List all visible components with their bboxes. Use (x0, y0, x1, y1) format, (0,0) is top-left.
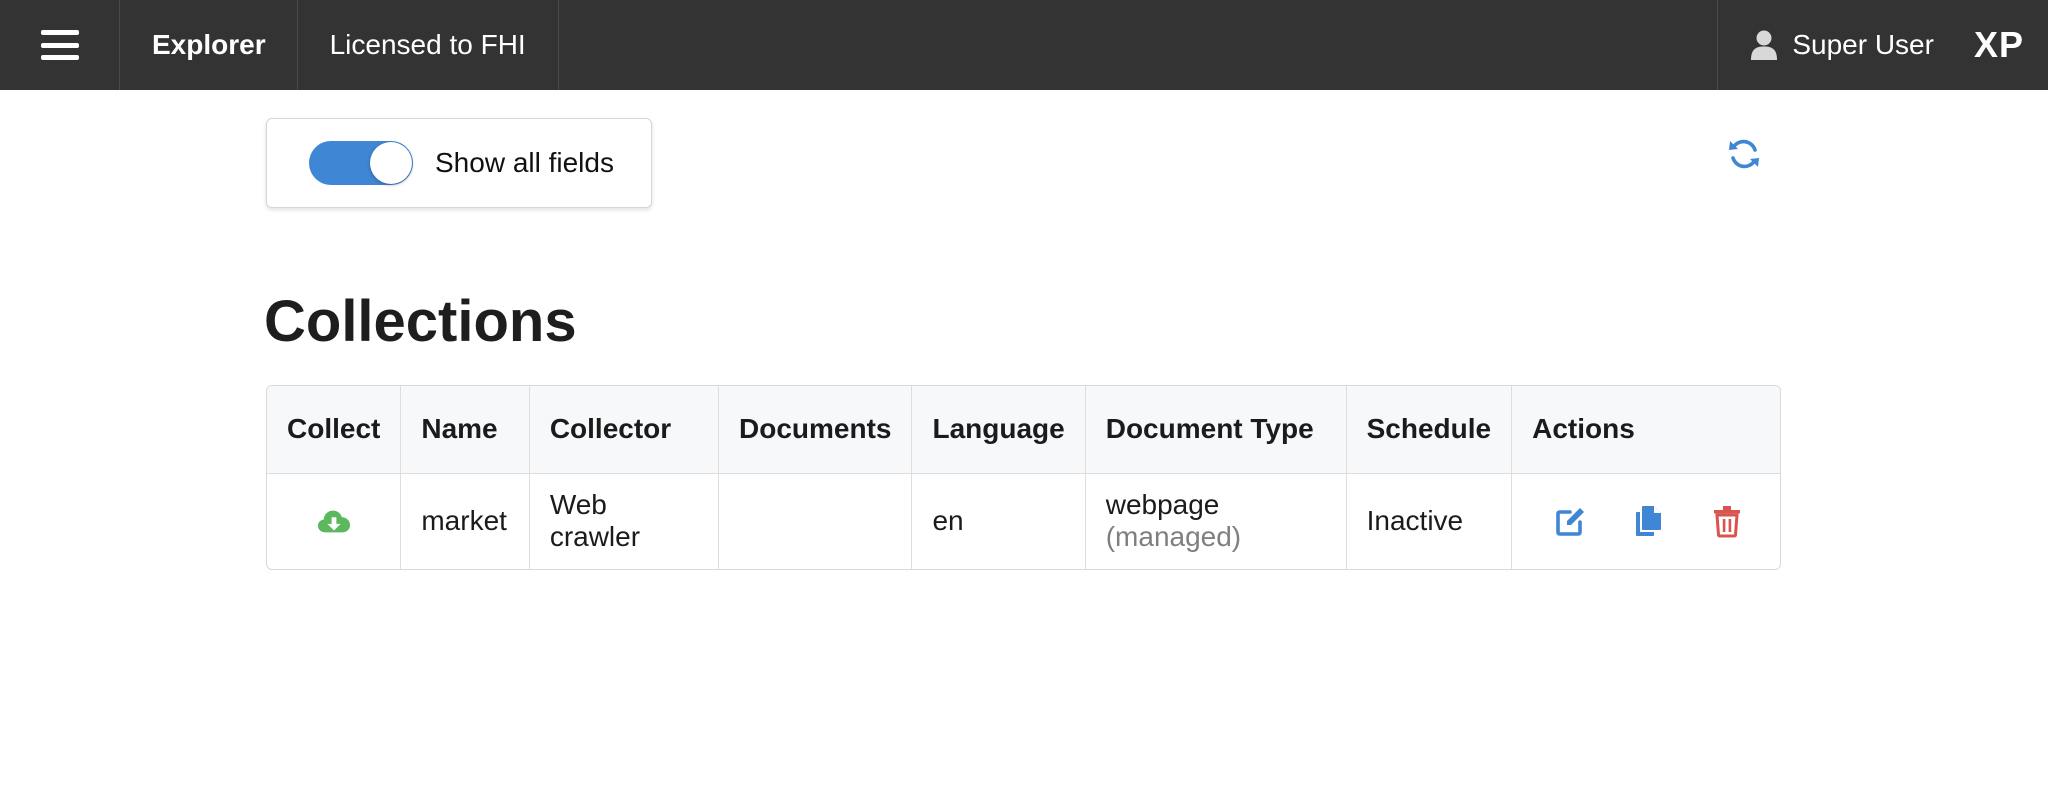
show-all-fields-switch[interactable] (309, 141, 413, 185)
cell-schedule: Inactive (1346, 473, 1513, 569)
nav-item-explorer[interactable]: Explorer (120, 0, 298, 90)
collections-table: Collect Name Collector Documents Languag… (266, 385, 1781, 570)
refresh-icon[interactable] (1726, 136, 1762, 172)
document-type-note: (managed) (1105, 521, 1242, 553)
user-icon (1751, 30, 1778, 60)
user-menu[interactable]: Super User (1717, 0, 1966, 90)
nav-item-license[interactable]: Licensed to FHI (298, 0, 559, 90)
page-title: Collections (264, 289, 577, 354)
column-header-document-type: Document Type (1085, 386, 1347, 474)
cloud-download-icon[interactable] (317, 505, 351, 539)
document-type-value: webpage (1105, 489, 1220, 521)
show-all-fields-label: Show all fields (435, 147, 614, 178)
trash-icon[interactable] (1710, 504, 1744, 538)
cell-language: en (911, 473, 1086, 569)
column-header-schedule: Schedule (1346, 386, 1513, 474)
column-header-name: Name (400, 386, 530, 474)
cell-collector: Web crawler (529, 473, 720, 569)
table-row: market Web crawler en webpage (managed) … (267, 473, 1780, 569)
column-header-language: Language (911, 386, 1086, 474)
column-header-collector: Collector (529, 386, 720, 474)
cell-documents (718, 473, 913, 569)
switch-knob (370, 142, 412, 184)
collect-cell (267, 473, 402, 569)
column-header-documents: Documents (718, 386, 913, 474)
menu-icon (40, 30, 79, 60)
show-all-fields-toggle-box: Show all fields (266, 118, 652, 208)
brand-logo[interactable]: XP (1966, 0, 2048, 90)
top-navigation-bar: Explorer Licensed to FHI Super User XP (0, 0, 2048, 90)
user-name: Super User (1792, 29, 1934, 60)
menu-button[interactable] (0, 0, 120, 90)
row-actions (1532, 504, 1760, 538)
copy-icon[interactable] (1632, 504, 1666, 538)
table-header-row: Collect Name Collector Documents Languag… (267, 386, 1780, 474)
edit-icon[interactable] (1554, 504, 1588, 538)
cell-name: market (400, 473, 530, 569)
cell-document-type: webpage (managed) (1085, 473, 1347, 569)
column-header-collect: Collect (267, 386, 402, 474)
column-header-actions: Actions (1511, 386, 1780, 474)
cell-actions (1512, 473, 1780, 569)
